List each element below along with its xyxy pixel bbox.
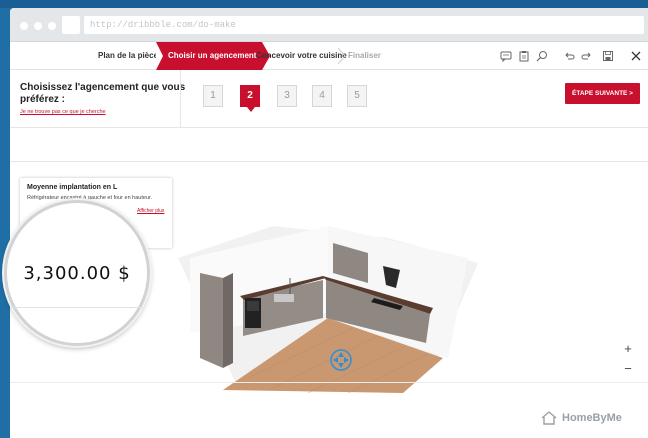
kitchen-3d-view[interactable] xyxy=(178,218,478,393)
comment-icon[interactable] xyxy=(500,50,512,62)
browser-chrome: http://dribbble.com/do-make xyxy=(10,8,648,42)
price-magnifier: 3,300.00 $ xyxy=(4,200,150,346)
footer-divider xyxy=(10,382,648,383)
help-link[interactable]: Je ne trouve pas ce que je cherche xyxy=(20,109,106,115)
desktop-background xyxy=(0,0,648,8)
header-divider xyxy=(180,70,181,127)
layout-name: Moyenne implantation en L xyxy=(27,184,118,191)
browser-tab[interactable] xyxy=(62,16,80,34)
redo-icon[interactable] xyxy=(581,50,593,62)
brand-name: HomeByMe xyxy=(562,412,622,424)
close-icon[interactable] xyxy=(630,50,642,62)
window-minimize-dot[interactable] xyxy=(34,22,42,30)
step-finaliser[interactable]: Finaliser xyxy=(348,42,381,70)
house-icon xyxy=(541,411,557,425)
layout-option-3[interactable]: 3 xyxy=(277,85,297,107)
step-plan-de-la-piece[interactable]: Plan de la pièce xyxy=(98,42,158,70)
step-choisir-un-agencement[interactable]: Choisir un agencement xyxy=(156,42,271,70)
url-bar[interactable]: http://dribbble.com/do-make xyxy=(84,16,644,34)
layout-option-5[interactable]: 5 xyxy=(347,85,367,107)
search-zoom-icon[interactable] xyxy=(536,50,548,62)
clipboard-icon[interactable] xyxy=(518,50,530,62)
spacer-band xyxy=(10,128,648,162)
magnifier-divider xyxy=(11,307,143,308)
next-step-button[interactable]: ÉTAPE SUIVANTE > xyxy=(565,83,640,104)
steps-bar: Plan de la pièce Choisir un agencement C… xyxy=(10,42,648,70)
layout-chooser-header: Choisissez l'agencement que vous préfére… xyxy=(10,70,648,128)
brand-logo: HomeByMe xyxy=(540,410,640,426)
window-maximize-dot[interactable] xyxy=(48,22,56,30)
layout-option-2[interactable]: 2 xyxy=(240,85,260,112)
layout-option-4[interactable]: 4 xyxy=(312,85,332,107)
step-concevoir-votre-cuisine[interactable]: Concevoir votre cuisine xyxy=(256,42,347,70)
page-title: Choisissez l'agencement que vous préfére… xyxy=(20,82,186,105)
layout-price: 3,300.00 $ xyxy=(23,263,131,284)
layout-option-1[interactable]: 1 xyxy=(203,85,223,107)
step-separator-icon xyxy=(337,48,346,64)
undo-icon[interactable] xyxy=(563,50,575,62)
show-more-link[interactable]: Afficher plus xyxy=(137,208,164,214)
window-close-dot[interactable] xyxy=(20,22,28,30)
zoom-out-button[interactable]: − xyxy=(618,360,638,378)
save-icon[interactable] xyxy=(602,50,614,62)
zoom-in-button[interactable]: + xyxy=(618,340,638,358)
